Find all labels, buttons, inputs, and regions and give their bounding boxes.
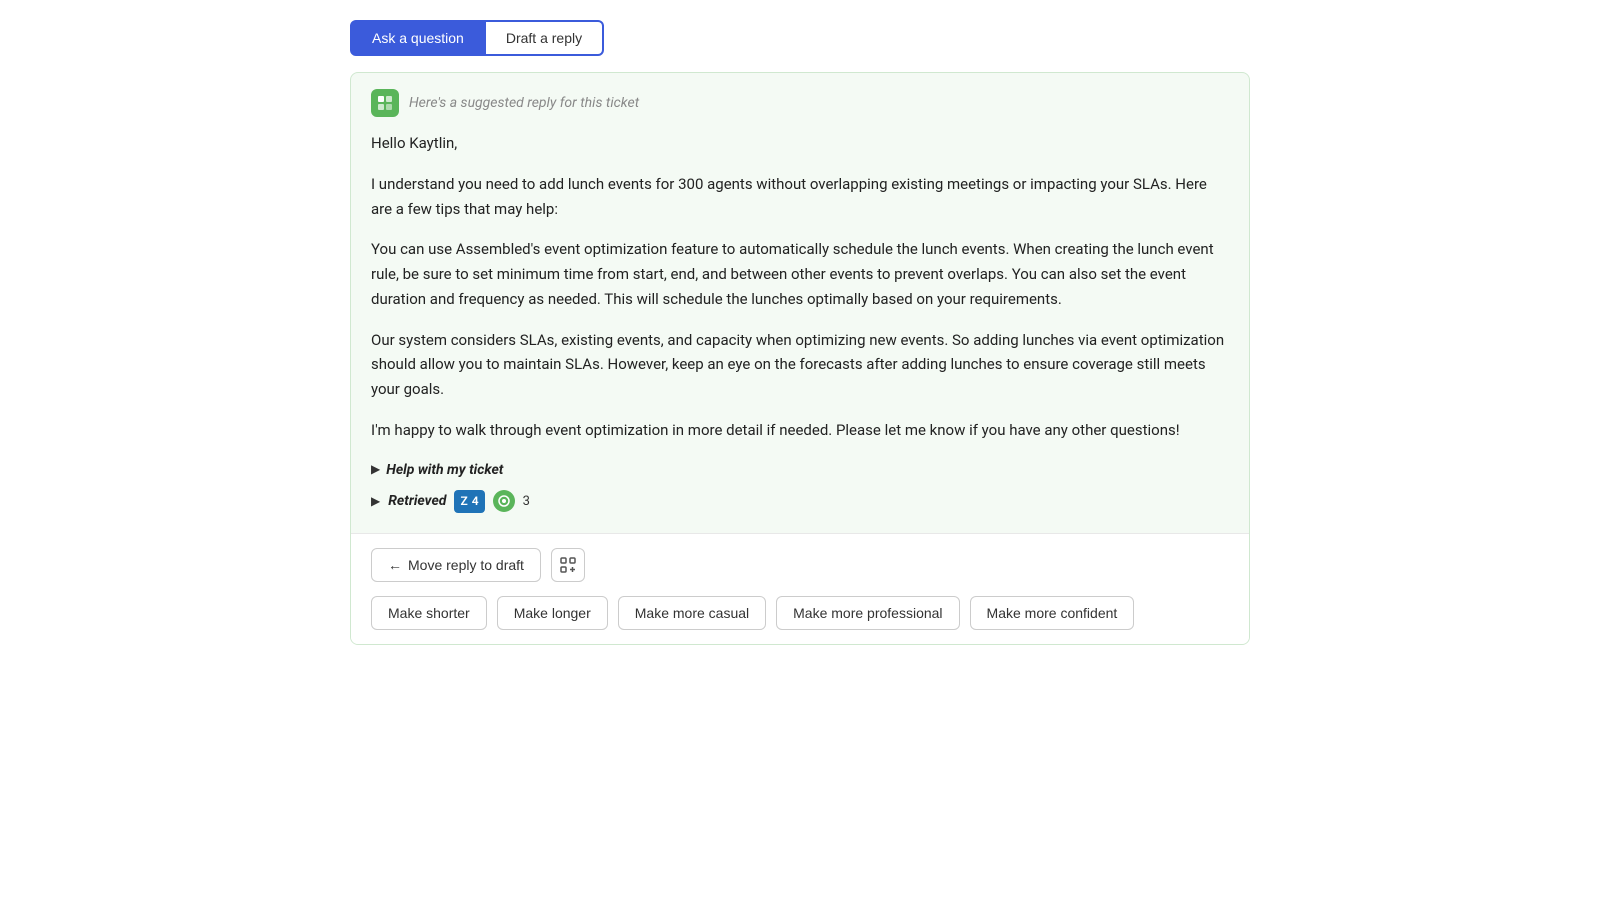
paragraph-1: I understand you need to add lunch event… xyxy=(371,172,1229,222)
reply-content: Hello Kaytlin, I understand you need to … xyxy=(351,127,1249,533)
make-shorter-button[interactable]: Make shorter xyxy=(371,596,487,630)
tab-draft-reply[interactable]: Draft a reply xyxy=(486,20,604,56)
help-ticket-arrow-icon: ▶ xyxy=(371,460,380,480)
retrieved-collapsible[interactable]: ▶ Retrieved Z 4 3 xyxy=(371,490,1229,514)
action-bar: ← Move reply to draft Make shorter Make … xyxy=(351,533,1249,644)
greeting-text: Hello Kaytlin, xyxy=(371,131,1229,156)
zendesk-badge-count: 4 xyxy=(472,492,479,512)
help-ticket-collapsible[interactable]: ▶ Help with my ticket xyxy=(371,459,1229,482)
help-ticket-label: Help with my ticket xyxy=(386,459,503,482)
reply-header: Here's a suggested reply for this ticket xyxy=(351,73,1249,127)
reply-header-text: Here's a suggested reply for this ticket xyxy=(409,95,639,111)
make-longer-button[interactable]: Make longer xyxy=(497,596,608,630)
zendesk-badge-letter: Z xyxy=(460,492,467,512)
move-reply-label: Move reply to draft xyxy=(408,557,524,573)
main-container: Ask a question Draft a reply Here's a su… xyxy=(350,20,1250,645)
tab-ask-question[interactable]: Ask a question xyxy=(350,20,486,56)
assembled-badge-count: 3 xyxy=(523,491,530,512)
ai-logo-icon xyxy=(371,89,399,117)
make-more-casual-button[interactable]: Make more casual xyxy=(618,596,766,630)
retrieved-arrow-icon: ▶ xyxy=(371,492,380,512)
reply-card: Here's a suggested reply for this ticket… xyxy=(350,72,1250,645)
transform-icon xyxy=(559,556,577,574)
paragraph-3: Our system considers SLAs, existing even… xyxy=(371,328,1229,402)
action-row-primary: ← Move reply to draft xyxy=(371,548,1229,582)
assembled-badge xyxy=(493,490,515,512)
tab-bar: Ask a question Draft a reply xyxy=(350,20,604,56)
make-more-professional-button[interactable]: Make more professional xyxy=(776,596,959,630)
paragraph-2: You can use Assembled's event optimizati… xyxy=(371,237,1229,311)
zendesk-badge: Z 4 xyxy=(454,490,484,514)
transform-icon-button[interactable] xyxy=(551,548,585,582)
retrieved-label: Retrieved xyxy=(388,490,446,513)
paragraph-4: I'm happy to walk through event optimiza… xyxy=(371,418,1229,443)
action-row-tone: Make shorter Make longer Make more casua… xyxy=(371,596,1229,630)
make-more-confident-button[interactable]: Make more confident xyxy=(970,596,1135,630)
back-arrow-icon: ← xyxy=(388,557,402,573)
move-reply-to-draft-button[interactable]: ← Move reply to draft xyxy=(371,548,541,582)
